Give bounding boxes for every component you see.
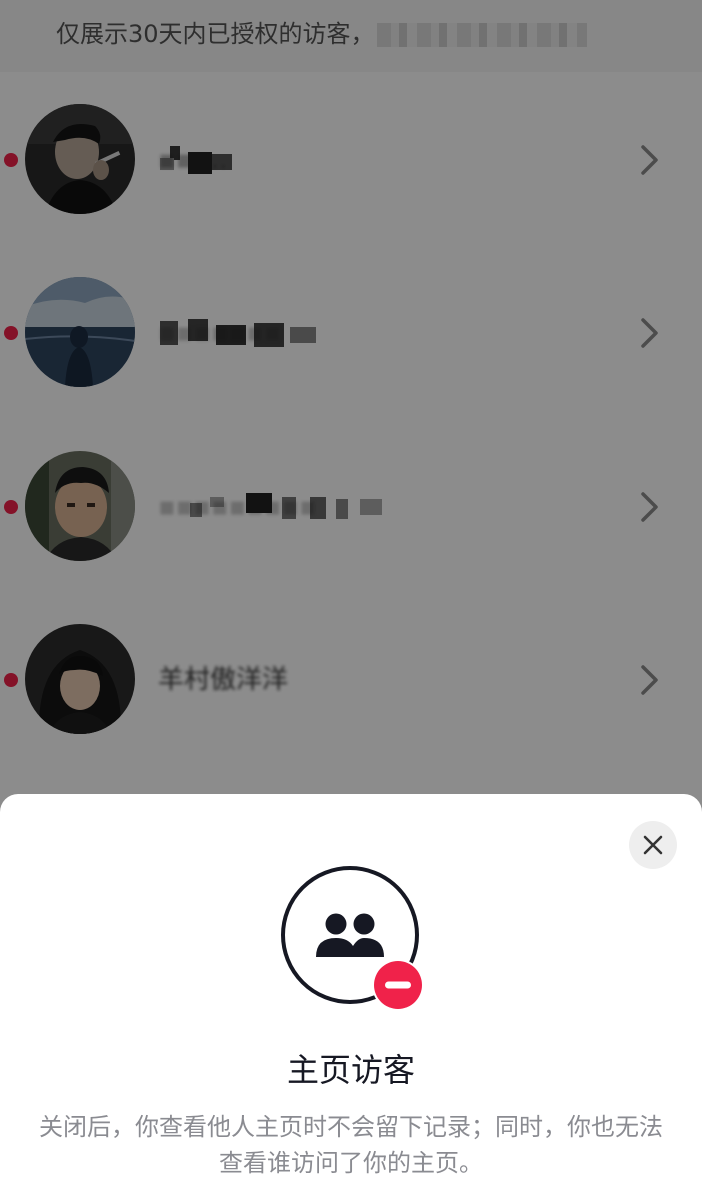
sheet-title: 主页访客 bbox=[286, 1051, 415, 1089]
sheet-description: 关闭后，你查看他人主页时不会留下记录；同时，你也无法查看谁访问了你的主页。 bbox=[39, 1113, 663, 1177]
visitor-settings-sheet: 主页访客 关闭后，你查看他人主页时不会留下记录；同时，你也无法查看谁访问了你的主… bbox=[0, 794, 702, 1196]
close-icon bbox=[643, 835, 663, 855]
visitors-off-icon bbox=[281, 866, 424, 1011]
close-button[interactable] bbox=[629, 821, 677, 869]
